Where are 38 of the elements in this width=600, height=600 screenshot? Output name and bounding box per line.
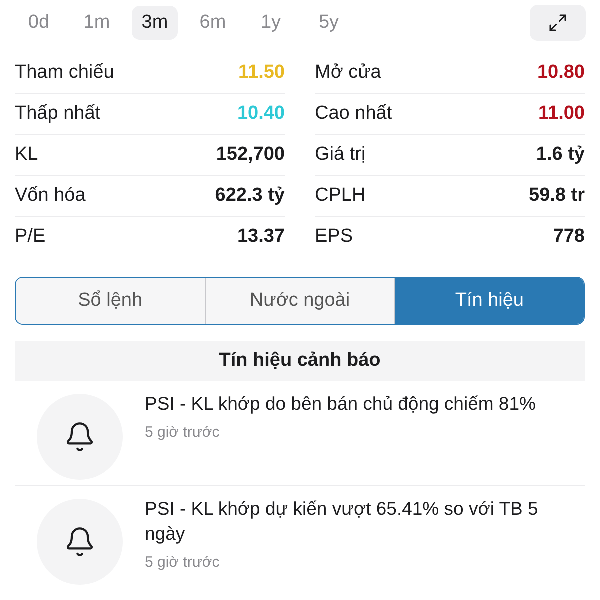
period-tab[interactable]: 3m: [132, 6, 178, 40]
alert-message: PSI - KL khớp do bên bán chủ động chiếm 81%: [145, 392, 536, 416]
stat-value: 11.50: [238, 60, 285, 85]
stat-label: Vốn hóa: [15, 184, 86, 208]
alert-message: PSI - KL khớp dự kiến vượt 65.41% so với TB 5 ngày: [145, 497, 540, 546]
stat-value: 10.40: [237, 102, 285, 126]
stat-label: Tham chiếu: [15, 60, 114, 85]
period-tab[interactable]: 0d: [16, 6, 62, 40]
period-tab[interactable]: 1m: [74, 6, 120, 40]
bell-icon: [64, 526, 96, 558]
stat-value: 622.3 tỷ: [215, 184, 285, 208]
stat-label: Cao nhất: [315, 102, 392, 126]
segment-tab[interactable]: Tín hiệu: [394, 278, 584, 324]
period-tab[interactable]: 6m: [190, 6, 236, 40]
expand-button[interactable]: [530, 5, 586, 41]
bell-icon: [64, 421, 96, 453]
stat-value: 10.80: [537, 60, 585, 85]
stat-value: 1.6 tỷ: [536, 142, 585, 167]
stat-value: 11.00: [538, 102, 585, 126]
stat-label: P/E: [15, 225, 46, 250]
stat-value: 13.37: [237, 225, 285, 250]
stat-label: CPLH: [315, 184, 366, 208]
segment-tab[interactable]: Nước ngoài: [204, 278, 394, 324]
stat-value: 152,700: [216, 142, 285, 167]
section-header: Tín hiệu cảnh báo: [15, 341, 585, 381]
expand-icon: [548, 13, 568, 33]
stat-label: Thấp nhất: [15, 102, 101, 126]
stat-label: Mở cửa: [315, 60, 382, 85]
stat-label: EPS: [315, 225, 354, 250]
stat-label: Giá trị: [315, 142, 366, 167]
stat-value: 778: [553, 225, 585, 250]
alert-time: 5 giờ trước: [145, 423, 221, 443]
stat-label: KL: [15, 142, 38, 167]
period-tab[interactable]: 1y: [248, 6, 294, 40]
alert-time: 5 giờ trước: [145, 553, 221, 573]
period-tab[interactable]: 5y: [306, 6, 352, 40]
segment-tab[interactable]: Sổ lệnh: [16, 278, 205, 324]
stat-value: 59.8 tr: [529, 184, 585, 208]
